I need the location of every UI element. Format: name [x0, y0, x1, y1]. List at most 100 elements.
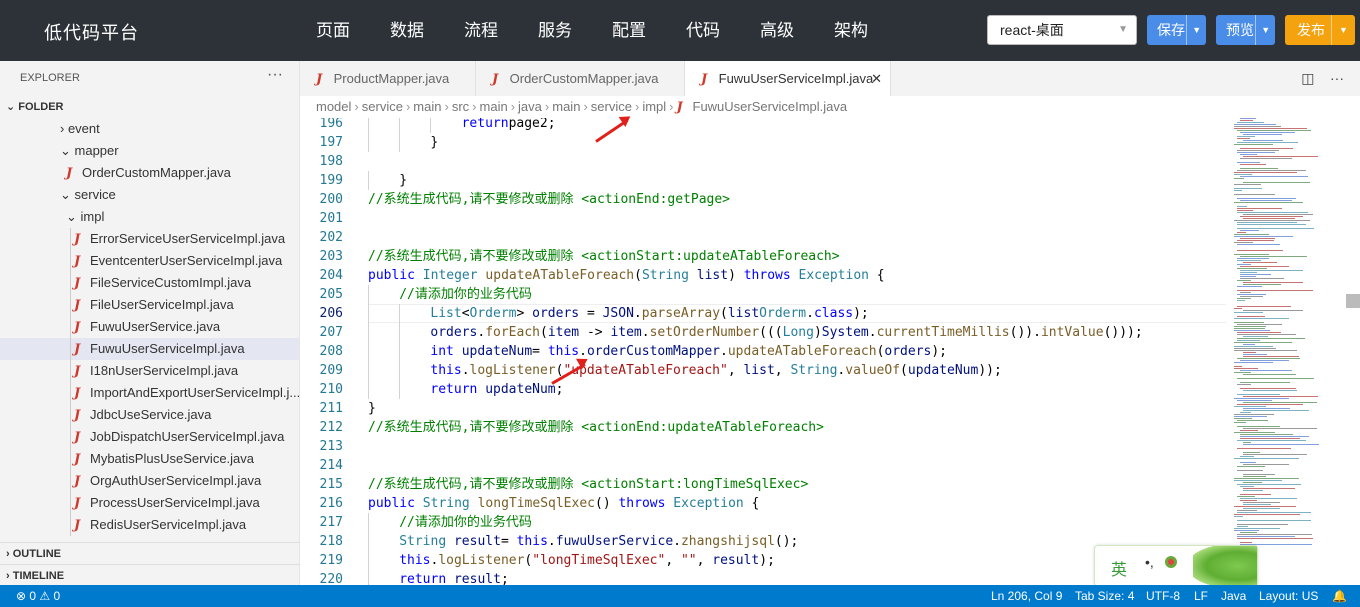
minimap-line [1237, 142, 1298, 143]
split-editor-icon[interactable]: ◫ [1301, 70, 1314, 86]
folder-item[interactable]: ⌄ impl [0, 206, 299, 228]
timeline-section[interactable]: › TIMELINE [0, 564, 299, 585]
file-item[interactable]: J EventcenterUserServiceImpl.java [0, 250, 299, 272]
minimap-line [1240, 176, 1308, 177]
language-mode[interactable]: Java [1221, 585, 1246, 607]
breadcrumb-item[interactable]: main [480, 99, 508, 114]
minimap-line [1237, 198, 1296, 199]
outline-section[interactable]: › OUTLINE [0, 542, 299, 564]
minimap-line [1243, 140, 1283, 141]
file-item[interactable]: J ErrorServiceUserServiceImpl.java [0, 228, 299, 250]
nav-item[interactable]: 流程 [464, 0, 498, 61]
tree-item-label: ErrorServiceUserServiceImpl.java [90, 231, 286, 246]
code-token: ( [634, 268, 642, 283]
breadcrumb-item[interactable]: FuwuUserServiceImpl.java [693, 99, 848, 114]
code-line: 214 [300, 456, 1226, 475]
file-item[interactable]: J FileServiceCustomImpl.java [0, 272, 299, 294]
code-token: ; [500, 572, 509, 585]
scrollbar-thumb[interactable] [1346, 294, 1360, 308]
code-token: > [516, 306, 533, 321]
close-icon[interactable]: ✕ [871, 61, 882, 96]
file-item[interactable]: J OrderCustomMapper.java [0, 162, 299, 184]
code-line: 219 this.logListener("longTimeSqlExec", "… [300, 551, 1226, 570]
file-item[interactable]: J FuwuUserService.java [0, 316, 299, 338]
minimap-line [1237, 280, 1251, 281]
ime-indicator[interactable]: 英 •, [1094, 545, 1258, 587]
file-item[interactable]: J RedisUserServiceImpl.java [0, 514, 299, 536]
code-text: public String longTimeSqlExec() throws E… [368, 494, 759, 513]
file-item[interactable]: J JobDispatchUserServiceImpl.java [0, 426, 299, 448]
minimap-line [1237, 404, 1303, 405]
tree-item-label: OrderCustomMapper.java [82, 165, 231, 180]
code-editor[interactable]: 196 returnpage2; 197} 198 199} 200//系统生成代码,请不… [300, 118, 1226, 585]
minimap-line [1237, 324, 1282, 325]
file-item[interactable]: J JdbcUseService.java [0, 404, 299, 426]
bell-icon[interactable]: 🔔 [1332, 585, 1347, 607]
publish-button[interactable]: 发布 ▼ [1285, 15, 1355, 45]
publish-button-label: 发布 [1297, 22, 1325, 38]
file-item[interactable]: J I18nUserServiceImpl.java [0, 360, 299, 382]
caret-down-icon[interactable]: ▼ [1255, 15, 1275, 45]
caret-down-icon[interactable]: ▼ [1331, 15, 1355, 45]
breadcrumb-item[interactable]: impl [642, 99, 666, 114]
tab-fuwu-user-service-impl[interactable]: J FuwuUserServiceImpl.java ✕ [685, 61, 891, 96]
folder-item[interactable]: ⌄ service [0, 184, 299, 206]
save-button[interactable]: 保存 ▼ [1147, 15, 1206, 45]
breadcrumb-item[interactable]: src [452, 99, 469, 114]
code-token: . [868, 325, 877, 340]
code-token: parseArray [641, 306, 721, 321]
preview-button[interactable]: 预览 ▼ [1216, 15, 1275, 45]
code-token: logListener [438, 553, 525, 568]
file-item[interactable]: J OrgAuthUserServiceImpl.java [0, 470, 299, 492]
folder-label: FOLDER [18, 101, 64, 113]
env-select[interactable]: react-桌面 ▼ [987, 15, 1137, 45]
minimap[interactable] [1226, 118, 1360, 585]
file-item[interactable]: J FileUserServiceImpl.java [0, 294, 299, 316]
breadcrumb-item[interactable]: java [518, 99, 542, 114]
code-token: ((( [759, 325, 783, 340]
problems-indicator[interactable]: ⊗ 0 ⚠ 0 [16, 585, 60, 607]
code-token: String [399, 534, 447, 549]
end-of-line[interactable]: LF [1194, 585, 1208, 607]
minimap-line [1237, 264, 1251, 265]
ime-language: 英 [1111, 562, 1128, 579]
nav-item[interactable]: 高级 [760, 0, 794, 61]
breadcrumb-item[interactable]: main [413, 99, 441, 114]
file-item[interactable]: J FuwuUserServiceImpl.java [0, 338, 299, 360]
nav-item[interactable]: 配置 [612, 0, 646, 61]
code-token: ( [900, 363, 908, 378]
nav-item[interactable]: 代码 [686, 0, 720, 61]
breadcrumb-item[interactable]: model [316, 99, 351, 114]
code-token: Integer [422, 268, 478, 283]
nav-item[interactable]: 页面 [316, 0, 350, 61]
file-item[interactable]: J ImportAndExportUserServiceImpl.j... [0, 382, 299, 404]
breadcrumb-item[interactable]: service [362, 99, 403, 114]
folder-item[interactable]: › event [0, 118, 299, 140]
more-actions-icon[interactable]: ··· [267, 61, 283, 92]
folder-item[interactable]: ⌄ mapper [0, 140, 299, 162]
chevron-right-icon: › [354, 99, 359, 114]
tab-size[interactable]: Tab Size: 4 [1075, 585, 1134, 607]
keyboard-layout[interactable]: Layout: US [1259, 585, 1318, 607]
folder-section[interactable]: ⌄ FOLDER [0, 96, 299, 118]
indent-guide [368, 532, 369, 551]
breadcrumb-item[interactable]: main [552, 99, 580, 114]
nav-item[interactable]: 服务 [538, 0, 572, 61]
code-token: return [399, 572, 447, 585]
encoding[interactable]: UTF-8 [1146, 585, 1180, 607]
tab-product-mapper[interactable]: J ProductMapper.java [300, 61, 476, 96]
caret-down-icon[interactable]: ▼ [1186, 15, 1206, 45]
minimap-line [1234, 406, 1266, 407]
more-actions-icon[interactable]: ··· [1330, 70, 1344, 86]
file-item[interactable]: J ProcessUserServiceImpl.java [0, 492, 299, 514]
nav-item[interactable]: 架构 [834, 0, 868, 61]
cursor-position[interactable]: Ln 206, Col 9 [991, 585, 1062, 607]
nav-item[interactable]: 数据 [390, 0, 424, 61]
indent-guide [70, 250, 71, 272]
tab-order-custom-mapper[interactable]: J OrderCustomMapper.java [476, 61, 685, 96]
file-item[interactable]: J MybatisPlusUseService.java [0, 448, 299, 470]
tab-actions: ◫ ··· [1301, 61, 1344, 96]
code-token: { [868, 268, 885, 283]
minimap-line [1234, 124, 1276, 125]
code-token: -> [579, 325, 611, 340]
